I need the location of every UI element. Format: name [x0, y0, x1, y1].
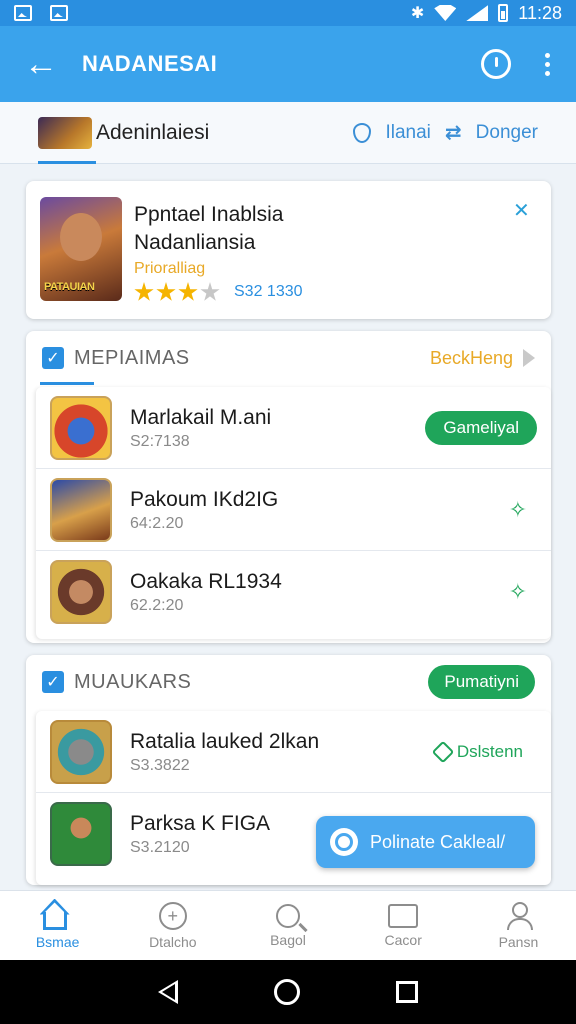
collapse-icon[interactable]: ✕	[513, 201, 533, 221]
game-meta: S3.3822	[130, 756, 190, 774]
game-thumbnail	[50, 395, 112, 460]
section-title: MEPIAIMAS	[74, 346, 190, 369]
bottom-navigation: Bsmae Dtalcho Bagol Cacor Pansn	[0, 890, 576, 960]
game-meta: 62.2:20	[130, 597, 184, 614]
rating-stars: S32 1330	[134, 282, 303, 302]
section-card-1: ✓ MEPIAIMAS BeckHeng Marlakail M.ani S2:…	[26, 331, 551, 643]
search-icon[interactable]	[481, 49, 511, 79]
wifi-icon	[434, 5, 457, 21]
system-recents-icon[interactable]	[396, 981, 418, 1003]
game-thumbnail	[50, 560, 112, 624]
game-title: Pakoum IKd2IG	[130, 487, 279, 511]
search-icon	[276, 903, 300, 928]
nav-label: Cacor	[384, 931, 422, 948]
game-thumbnail	[50, 802, 112, 866]
star-icon	[156, 282, 176, 301]
nav-label: Pansn	[498, 933, 539, 950]
game-meta: S2:7138	[130, 432, 190, 450]
floating-action-button[interactable]: Polinate Cakleal/	[316, 816, 535, 868]
star-icon	[178, 282, 198, 301]
tab-link-2[interactable]: Donger	[476, 122, 538, 144]
nav-label: Dtalcho	[149, 933, 197, 950]
section-header: ✓ MEPIAIMAS BeckHeng	[26, 331, 551, 385]
system-back-icon[interactable]	[158, 980, 178, 1004]
sparkle-icon[interactable]: ✧	[509, 579, 527, 604]
section-checkbox[interactable]: ✓	[42, 347, 64, 369]
battery-icon	[498, 4, 509, 22]
tab-link-1[interactable]: Ilanai	[385, 122, 430, 144]
rating-count: S32 1330	[234, 283, 303, 300]
game-meta: 64:2.20	[130, 514, 184, 532]
gallery-notification-icon	[50, 5, 68, 21]
section-link[interactable]: BeckHeng	[430, 348, 513, 369]
fab-label: Polinate Cakleal/	[370, 831, 506, 852]
list-item[interactable]: Pakoum IKd2IG 64:2.20 ✧	[36, 469, 551, 551]
game-list: Marlakail M.ani S2:7138 Gameliyal Pakoum…	[36, 387, 551, 639]
user-icon	[504, 901, 534, 930]
list-item[interactable]: Marlakail M.ani S2:7138 Gameliyal	[36, 387, 551, 469]
diamond-icon	[431, 740, 455, 763]
back-arrow-icon[interactable]: ←	[0, 47, 82, 81]
game-action-button[interactable]: Gameliyal	[425, 410, 537, 445]
star-icon	[134, 282, 154, 301]
chat-icon	[330, 828, 358, 856]
swap-icon: ⇄	[444, 122, 462, 144]
page-title: NADANESAI	[82, 51, 218, 76]
section-indicator	[40, 382, 94, 385]
nav-item-home[interactable]: Bsmae	[0, 891, 115, 960]
section-checkbox[interactable]: ✓	[42, 671, 64, 693]
game-title: Oakaka RL1934	[130, 570, 282, 593]
nav-item-5[interactable]: Pansn	[461, 891, 576, 960]
status-time: 11:28	[518, 2, 562, 23]
shield-icon	[353, 122, 372, 143]
game-action-link[interactable]: Dslstenn	[431, 740, 523, 763]
app-bar: ← NADANESAI	[0, 26, 576, 102]
featured-card[interactable]: Ppntael Inablsia Nadanliansia Priorallia…	[26, 181, 551, 319]
signal-icon	[466, 5, 489, 21]
tab-strip: Adeninlaiesi Ilanai ⇄ Donger	[0, 102, 576, 164]
game-title: Marlakail M.ani	[130, 405, 272, 429]
game-title: Ratalia lauked 2lkan	[130, 729, 320, 753]
game-action-label: Dslstenn	[456, 741, 523, 761]
bluetooth-icon: ✱	[410, 5, 425, 22]
star-empty-icon	[200, 282, 220, 301]
section-action-button[interactable]: Pumatiyni	[428, 665, 535, 699]
nav-label: Bsmae	[35, 933, 80, 950]
image-notification-icon	[14, 5, 32, 21]
nav-item-3[interactable]: Bagol	[230, 891, 345, 960]
featured-title-line2: Nadanliansia	[134, 231, 256, 254]
system-navigation-bar	[0, 960, 576, 1024]
section-title: MUAUKARS	[74, 670, 192, 693]
tab-thumbnail	[38, 116, 92, 149]
game-meta: S3.2120	[130, 839, 190, 856]
tab-indicator	[38, 161, 96, 164]
nav-label: Bagol	[270, 931, 306, 948]
sparkle-icon[interactable]: ✧	[509, 497, 527, 522]
nav-item-4[interactable]: Cacor	[346, 891, 461, 960]
tab-active-label[interactable]: Adeninlaiesi	[96, 121, 209, 145]
system-home-icon[interactable]	[274, 979, 300, 1005]
game-title: Parksa K FIGA	[130, 812, 271, 835]
more-options-icon[interactable]	[545, 52, 550, 76]
game-thumbnail	[50, 477, 112, 542]
list-item[interactable]: Oakaka RL1934 62.2:20 ✧	[36, 551, 551, 633]
featured-title-line1: Ppntael Inablsia	[134, 203, 284, 226]
game-thumbnail	[50, 719, 112, 784]
featured-subtitle: Prioralliag	[134, 260, 206, 277]
featured-game-thumbnail	[40, 197, 122, 301]
nav-item-2[interactable]: Dtalcho	[115, 891, 230, 960]
folder-icon	[388, 903, 419, 928]
status-bar: ✱ 11:28	[0, 0, 576, 26]
plus-circle-icon	[158, 901, 187, 930]
chevron-right-icon[interactable]	[523, 349, 535, 367]
section-header: ✓ MUAUKARS Pumatiyni	[26, 655, 551, 709]
list-item[interactable]: Ratalia lauked 2lkan S3.3822 Dslstenn	[36, 711, 551, 793]
home-icon	[42, 911, 67, 930]
